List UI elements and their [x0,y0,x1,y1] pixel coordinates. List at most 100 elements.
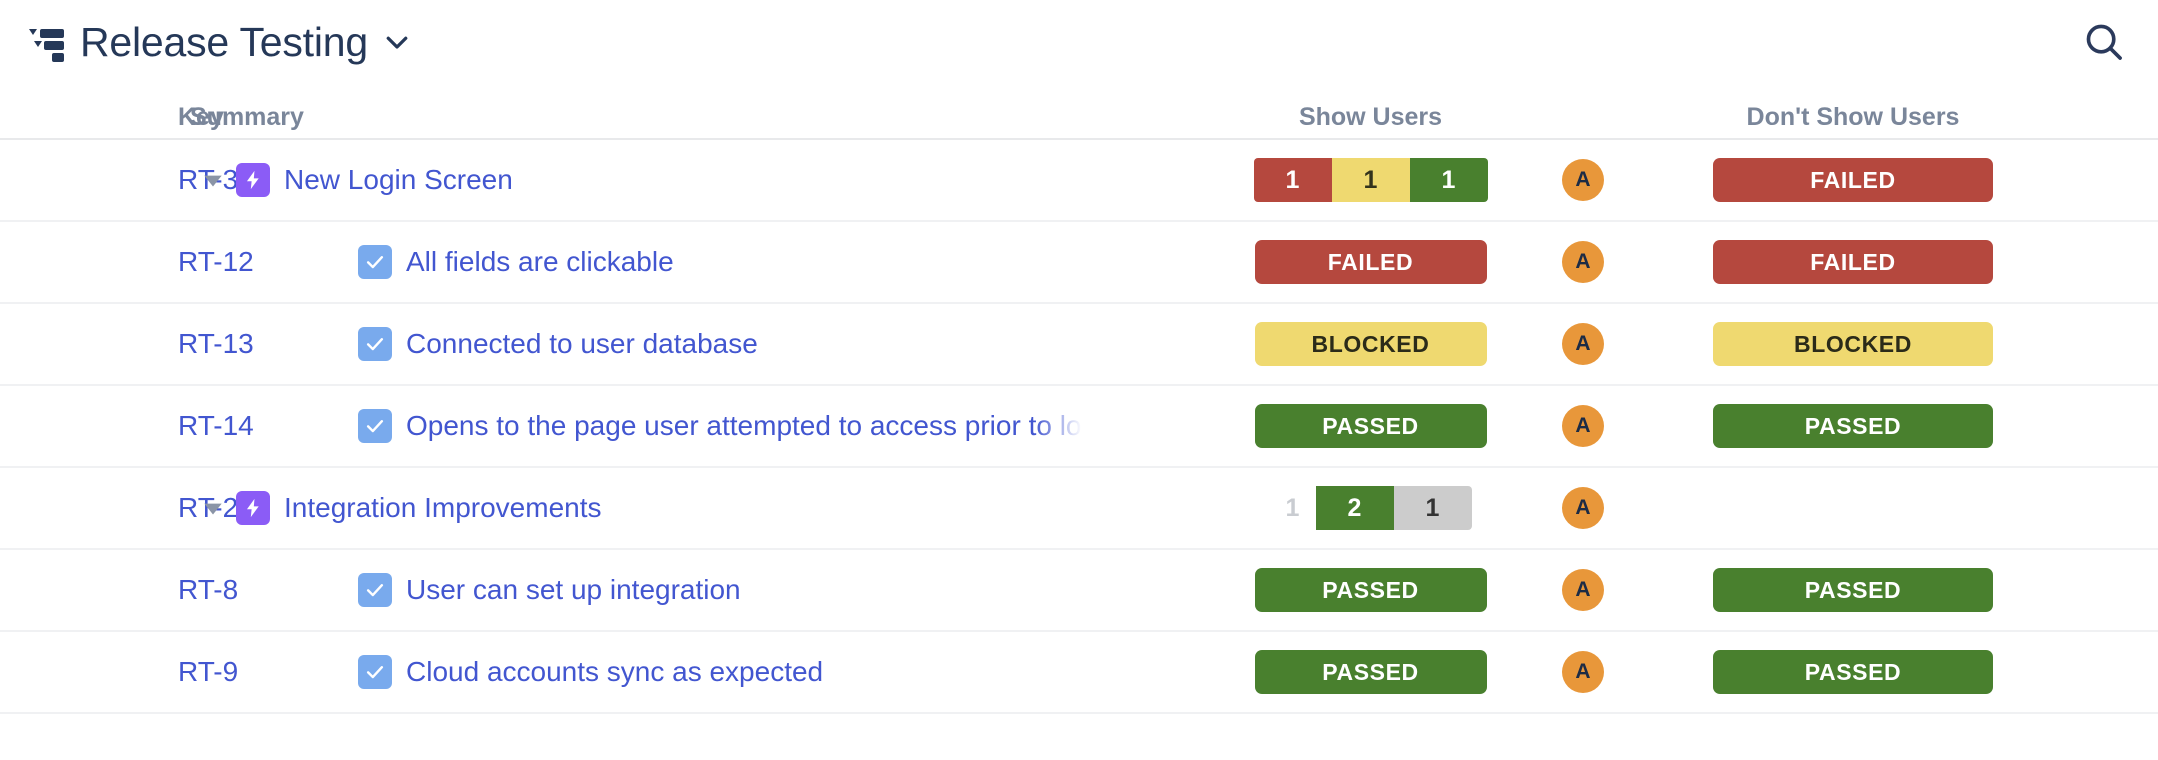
avatar[interactable]: A [1562,405,1604,447]
column-header-show-users: Show Users [1298,103,1443,131]
table-row[interactable]: RT-14 Opens to the page user attempted to… [0,386,2158,468]
search-icon[interactable] [2078,16,2130,68]
dont-show-users-cell: FAILED [1643,240,2063,284]
show-users-cell: PASSED [1218,404,1523,448]
issue-summary-cell: Opens to the page user attempted to acce… [185,409,1218,443]
show-users-segment-ghost[interactable]: 1 [1270,486,1316,530]
show-users-segment-grey[interactable]: 1 [1393,486,1472,530]
dont-show-users-status-badge[interactable]: PASSED [1713,650,1993,694]
issue-summary-cell: Connected to user database [185,327,1218,361]
column-header-summary: Summary [190,103,304,131]
dont-show-users-cell [1643,508,2063,509]
issue-key-cell: RT-12 [0,246,254,278]
table-row[interactable]: RT-13 Connected to user database BLOCKED A B… [0,304,2158,386]
show-users-status-badge[interactable]: PASSED [1254,404,1487,448]
dont-show-users-status-badge[interactable]: FAILED [1713,240,1993,284]
assignee-cell: A [1523,323,1643,365]
issue-key-cell: RT-3 [0,164,238,196]
subtask-check-icon[interactable] [358,573,392,607]
avatar[interactable]: A [1562,323,1604,365]
issue-summary-cell: Integration Improvements [185,491,1218,525]
show-users-status-badge[interactable]: PASSED [1254,568,1487,612]
assignee-cell: A [1523,405,1643,447]
dont-show-users-cell: FAILED [1643,158,2063,202]
issue-summary-link[interactable]: User can set up integration [406,574,741,606]
table-row[interactable]: RT-8 User can set up integration PASSED A PA… [0,550,2158,632]
assignee-cell: A [1523,569,1643,611]
issue-key-cell: RT-9 [0,656,238,688]
issue-key-cell: RT-8 [0,574,238,606]
column-header-show-users-cell: Show Users [1218,103,1523,132]
dont-show-users-cell: PASSED [1643,404,2063,448]
column-header-key-cell: Key [0,103,224,132]
triangle-down-icon[interactable] [190,167,236,193]
dont-show-users-cell: PASSED [1643,568,2063,612]
show-users-cell: 121 [1218,486,1523,530]
issue-summary-link[interactable]: Opens to the page user attempted to acce… [406,410,1082,442]
page-title: Release Testing [80,18,368,65]
triangle-down-icon[interactable] [190,495,236,521]
app-header: Release Testing [0,0,2158,84]
show-users-cell: 111 [1218,158,1523,202]
avatar[interactable]: A [1562,487,1604,529]
show-users-segment-yellow[interactable]: 1 [1331,158,1410,202]
table-row[interactable]: RT-2 Integration Improvements 1 2 1 A [0,468,2158,550]
dont-show-users-status-badge[interactable]: BLOCKED [1713,322,1993,366]
assignee-cell: A [1523,651,1643,693]
table-row[interactable]: RT-12 All fields are clickable FAILED A FAIL… [0,222,2158,304]
dont-show-users-status-badge[interactable]: PASSED [1713,568,1993,612]
table-header-row: Key Summary Show Users Don't Show Users [0,84,2158,140]
column-header-summary-cell: Summary [185,103,1218,132]
subtask-check-icon[interactable] [358,245,392,279]
avatar[interactable]: A [1562,651,1604,693]
show-users-status-badge[interactable]: PASSED [1254,650,1487,694]
issue-summary-link[interactable]: Connected to user database [406,328,758,360]
show-users-cell: PASSED [1218,650,1523,694]
subtask-check-icon[interactable] [358,655,392,689]
issue-summary-cell: User can set up integration [185,573,1218,607]
issue-summary-cell: Cloud accounts sync as expected [185,655,1218,689]
column-header-dont-show-users-cell: Don't Show Users [1643,103,2063,132]
issue-key-cell: RT-2 [0,492,238,524]
show-users-segment-green[interactable]: 1 [1409,158,1488,202]
show-users-status-badge[interactable]: FAILED [1254,240,1487,284]
issue-key-cell: RT-14 [0,410,254,442]
show-users-cell: PASSED [1218,568,1523,612]
assignee-cell: A [1523,159,1643,201]
issue-key-cell: RT-13 [0,328,254,360]
epic-lightning-icon[interactable] [236,163,270,197]
show-users-segment-red[interactable]: 1 [1253,158,1332,202]
dont-show-users-cell: PASSED [1643,650,2063,694]
issue-summary-link[interactable]: Integration Improvements [284,492,602,524]
table-body: RT-3 New Login Screen 1 1 1 A FAILED RT-12 All f… [0,140,2158,714]
dont-show-users-empty [1853,508,1854,509]
column-header-dont-show-users: Don't Show Users [1746,103,1960,131]
show-users-cell: FAILED [1218,240,1523,284]
chevron-down-icon[interactable] [382,27,412,57]
issue-summary-cell: New Login Screen [185,163,1218,197]
subtask-check-icon[interactable] [358,327,392,361]
dont-show-users-cell: BLOCKED [1643,322,2063,366]
show-users-status-badge[interactable]: BLOCKED [1254,322,1487,366]
issue-summary-link[interactable]: New Login Screen [284,164,513,196]
table-row[interactable]: RT-3 New Login Screen 1 1 1 A FAILED [0,140,2158,222]
test-plan-icon [24,20,68,64]
avatar[interactable]: A [1562,569,1604,611]
show-users-progress-bar[interactable]: 121 [1270,486,1472,530]
table-row[interactable]: RT-9 Cloud accounts sync as expected PASSE… [0,632,2158,714]
dont-show-users-status-badge[interactable]: FAILED [1713,158,1993,202]
show-users-cell: BLOCKED [1218,322,1523,366]
show-users-segment-green[interactable]: 2 [1315,486,1394,530]
issues-table: Key Summary Show Users Don't Show Users … [0,84,2158,714]
assignee-cell: A [1523,487,1643,529]
show-users-progress-bar[interactable]: 111 [1253,158,1488,202]
subtask-check-icon[interactable] [358,409,392,443]
epic-lightning-icon[interactable] [236,491,270,525]
issue-summary-link[interactable]: All fields are clickable [406,246,674,278]
dont-show-users-status-badge[interactable]: PASSED [1713,404,1993,448]
issue-summary-link[interactable]: Cloud accounts sync as expected [406,656,823,688]
assignee-cell: A [1523,241,1643,283]
avatar[interactable]: A [1562,241,1604,283]
avatar[interactable]: A [1562,159,1604,201]
issue-summary-cell: All fields are clickable [185,245,1218,279]
